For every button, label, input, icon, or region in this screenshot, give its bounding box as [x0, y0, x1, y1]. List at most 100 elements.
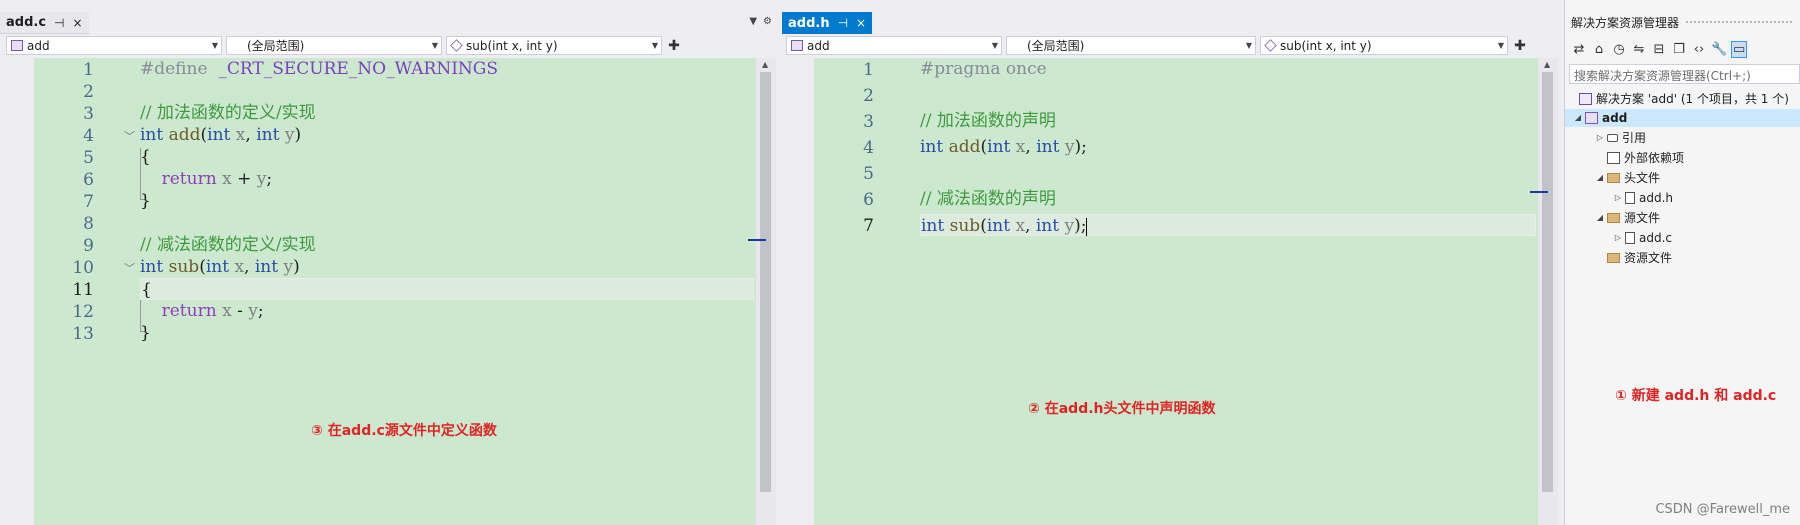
collapsed-arrow-icon[interactable]: ▷	[1595, 129, 1605, 147]
expanded-arrow-icon[interactable]: ◢	[1595, 209, 1605, 227]
preprocessor-directive: #pragma once	[920, 59, 1047, 79]
preview-icon[interactable]: ▭	[1731, 40, 1748, 58]
tab-add-h[interactable]: add.h ⊣ ×	[782, 12, 873, 34]
member-dropdown[interactable]: sub(int x, int y) ▼	[1260, 36, 1508, 55]
project-dropdown-value: add	[27, 38, 50, 53]
expanded-arrow-icon[interactable]: ◢	[1573, 109, 1583, 127]
left-editor-pane: add.c ⊣ × ▼ ⚙ add ▼ (全局范围) ▼ sub(int x, …	[0, 0, 776, 525]
fold-chevron-icon[interactable]: ﹀	[124, 126, 135, 148]
scroll-up-icon[interactable]: ▲	[1544, 60, 1550, 69]
parameter: x	[1015, 216, 1026, 236]
indicator-margin	[786, 58, 814, 525]
collapse-all-icon[interactable]: ⊟	[1651, 42, 1667, 57]
tree-item-solution[interactable]: 解决方案 'add' (1 个项目，共 1 个)	[1565, 90, 1800, 108]
parameter: x	[1015, 137, 1026, 157]
project-dropdown[interactable]: add ▼	[786, 36, 1002, 55]
vertical-scrollbar[interactable]: ▲	[1530, 58, 1558, 525]
fold-chevron-icon[interactable]: ﹀	[124, 258, 135, 280]
line-number: 4	[83, 126, 94, 146]
watermark: CSDN @Farewell_me	[1655, 502, 1790, 517]
sync-icon[interactable]: ⇄	[1571, 42, 1587, 57]
header-file-icon	[1625, 192, 1635, 204]
comment: // 加法函数的声明	[920, 111, 1056, 131]
pin-icon[interactable]: ⊣	[54, 16, 64, 30]
scroll-thumb[interactable]	[1542, 72, 1553, 492]
line-number: 13	[72, 324, 94, 344]
brace: {	[141, 280, 152, 300]
tree-item-add-h[interactable]: ▷ add.h	[1565, 189, 1800, 207]
code-line-1: #define _CRT_SECURE_NO_WARNINGS	[140, 58, 754, 80]
caret-position-marker	[748, 239, 766, 241]
tree-item-source-folder[interactable]: ◢ 源文件	[1565, 209, 1800, 227]
code-line-6: // 减法函数的声明	[920, 188, 1536, 210]
line-number: 6	[863, 190, 874, 210]
split-editor-icon[interactable]: ✚	[666, 36, 682, 55]
function-name: add	[168, 125, 201, 145]
vertical-scrollbar[interactable]: ▲	[748, 58, 776, 525]
close-icon[interactable]: ×	[72, 16, 82, 30]
split-editor-icon[interactable]: ✚	[1512, 36, 1528, 55]
scope-dropdown[interactable]: (全局范围) ▼	[226, 36, 442, 55]
pending-changes-icon[interactable]: ⇋	[1631, 42, 1647, 57]
scroll-up-icon[interactable]: ▲	[762, 60, 768, 69]
code-line-5: {	[140, 146, 754, 168]
macro-name: _CRT_SECURE_NO_WARNINGS	[218, 59, 499, 79]
line-number: 2	[863, 86, 874, 106]
keyword: int	[254, 257, 279, 277]
code-editor-add-h[interactable]: 1 2 3 4 5 6 7 #pragma once // 加法函数的声明 in…	[786, 58, 1558, 525]
method-icon	[450, 39, 463, 52]
code-editor-add-c[interactable]: 1 2 3 4 5 6 7 8 9 10 11 12 13 ﹀ ﹀ #defin…	[6, 58, 776, 525]
close-icon[interactable]: ×	[856, 16, 866, 30]
scroll-thumb[interactable]	[760, 72, 771, 492]
tree-item-resource-folder[interactable]: 资源文件	[1565, 249, 1800, 267]
code-area[interactable]: #pragma once // 加法函数的声明 int add(int x, i…	[920, 58, 1536, 525]
tree-item-header-folder[interactable]: ◢ 头文件	[1565, 169, 1800, 187]
title-grip[interactable]	[1685, 20, 1794, 24]
keyword: int	[205, 257, 230, 277]
tree-item-label: add.h	[1639, 191, 1674, 205]
line-number: 2	[83, 82, 94, 102]
home-icon[interactable]: ⌂	[1591, 42, 1607, 57]
code-line-7: }	[140, 190, 754, 212]
folder-icon	[1607, 213, 1620, 223]
collapsed-arrow-icon[interactable]: ▷	[1613, 229, 1623, 247]
code-line-7-current: int sub(int x, int y);	[920, 214, 1536, 236]
project-icon	[1585, 112, 1598, 124]
tree-item-project[interactable]: ◢ add	[1565, 109, 1800, 127]
history-icon[interactable]: ◷	[1611, 42, 1627, 57]
chevron-down-icon: ▼	[1245, 41, 1252, 50]
code-area[interactable]: #define _CRT_SECURE_NO_WARNINGS // 加法函数的…	[140, 58, 754, 525]
tree-item-external-deps[interactable]: 外部依赖项	[1565, 149, 1800, 167]
gear-icon[interactable]: ⚙	[763, 16, 772, 27]
properties-icon[interactable]: 🔧	[1711, 42, 1727, 57]
folder-icon	[1607, 253, 1620, 263]
parameter: y	[248, 301, 258, 321]
collapsed-arrow-icon[interactable]: ▷	[1613, 189, 1623, 207]
tree-item-references[interactable]: ▷ 引用	[1565, 129, 1800, 147]
keyword: int	[140, 257, 164, 277]
current-line-number: 11	[72, 280, 94, 300]
keyword: return	[161, 169, 217, 189]
code-line-11-current: {	[140, 278, 754, 300]
show-all-files-icon[interactable]: ❐	[1671, 42, 1687, 57]
tab-tools: ▼ ⚙	[749, 16, 772, 27]
parameter: y	[1064, 137, 1075, 157]
external-dependencies-icon	[1607, 152, 1620, 164]
scope-dropdown-value: (全局范围)	[1027, 39, 1085, 53]
tab-add-c[interactable]: add.c ⊣ ×	[0, 12, 89, 34]
explorer-search-input[interactable]: 搜索解决方案资源管理器(Ctrl+;)	[1569, 64, 1800, 84]
tree-item-add-c[interactable]: ▷ add.c	[1565, 229, 1800, 247]
project-dropdown[interactable]: add ▼	[6, 36, 222, 55]
view-code-icon[interactable]: ‹›	[1691, 42, 1707, 57]
tree-item-label: 源文件	[1624, 211, 1661, 225]
punctuation: (	[980, 216, 987, 236]
member-dropdown[interactable]: sub(int x, int y) ▼	[446, 36, 662, 55]
line-number-gutter: 1 2 3 4 5 6 7	[814, 58, 874, 525]
keyword: int	[140, 125, 164, 145]
keyword: return	[161, 301, 217, 321]
scope-dropdown[interactable]: (全局范围) ▼	[1006, 36, 1256, 55]
dropdown-icon[interactable]: ▼	[749, 16, 757, 27]
expanded-arrow-icon[interactable]: ◢	[1595, 169, 1605, 187]
right-tab-bar: add.h ⊣ ×	[782, 10, 1558, 34]
pin-icon[interactable]: ⊣	[838, 16, 848, 30]
